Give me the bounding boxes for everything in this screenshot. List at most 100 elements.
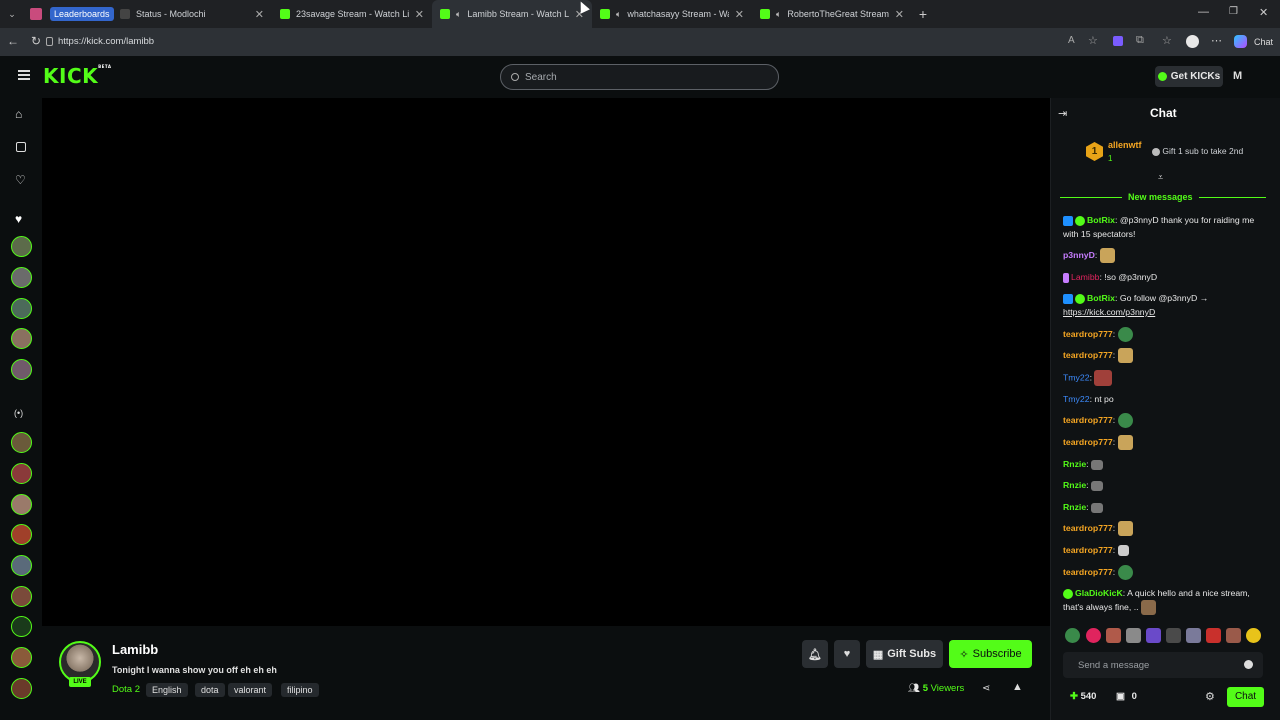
chat-username[interactable]: teardrop777 xyxy=(1063,415,1113,425)
streamer-name[interactable]: Lamibb xyxy=(112,642,158,657)
tab-status[interactable]: Status - Modlochi ✕ xyxy=(112,0,272,28)
emote-icon[interactable] xyxy=(1126,628,1141,643)
favorites-icon[interactable]: ☆ xyxy=(1162,34,1172,47)
chat-username[interactable]: Tmy22 xyxy=(1063,394,1090,404)
expand-chevron-icon[interactable]: ⩡ xyxy=(1158,172,1163,183)
chat-username[interactable]: teardrop777 xyxy=(1063,545,1113,555)
mute-icon[interactable]: 🔈︎ xyxy=(616,9,621,20)
chat-username[interactable]: p3nnyD xyxy=(1063,250,1095,260)
chat-message[interactable]: teardrop777: xyxy=(1063,413,1263,429)
followed-channel-avatar[interactable] xyxy=(11,359,32,380)
chat-link[interactable]: https://kick.com/p3nnyD xyxy=(1063,307,1155,317)
recommended-channel-avatar[interactable] xyxy=(11,678,32,699)
chat-message[interactable]: teardrop777: xyxy=(1063,348,1263,364)
mute-icon[interactable]: 🔈︎ xyxy=(456,9,461,20)
video-player[interactable] xyxy=(42,98,1050,626)
chat-message[interactable]: teardrop777: xyxy=(1063,435,1263,451)
tag-dota[interactable]: dota xyxy=(195,683,225,697)
chat-username[interactable]: Rnzie xyxy=(1063,459,1086,469)
puzzle-icon[interactable]: ⧉ xyxy=(1136,34,1144,47)
emote-icon[interactable] xyxy=(1206,628,1221,643)
chat-label[interactable]: Chat xyxy=(1254,37,1273,47)
chat-username[interactable]: teardrop777 xyxy=(1063,567,1113,577)
chat-username[interactable]: GlaDioKicK xyxy=(1075,588,1123,598)
chat-message[interactable]: teardrop777: xyxy=(1063,543,1263,557)
chat-username[interactable]: teardrop777 xyxy=(1063,437,1113,447)
url-field[interactable]: https://kick.com/lamibb xyxy=(58,28,154,56)
chat-username[interactable]: BotRix xyxy=(1087,215,1115,225)
close-icon[interactable]: ✕ xyxy=(895,8,904,21)
emote-icon[interactable] xyxy=(1106,628,1121,643)
chat-username[interactable]: teardrop777 xyxy=(1063,350,1113,360)
chat-username[interactable]: Rnzie xyxy=(1063,480,1086,490)
chat-username[interactable]: Rnzie xyxy=(1063,502,1086,512)
notification-button[interactable]: 🔔︎ xyxy=(802,640,828,668)
recommended-channel-avatar[interactable] xyxy=(11,524,32,545)
back-icon[interactable]: ← xyxy=(7,34,19,48)
share-icon[interactable]: ⋖ xyxy=(982,683,990,694)
channel-points[interactable]: ✚ 540 xyxy=(1070,691,1096,702)
emote-icon[interactable] xyxy=(1065,628,1080,643)
followed-channel-avatar[interactable] xyxy=(11,267,32,288)
emoji-icon[interactable] xyxy=(1244,660,1253,669)
read-aloud-icon[interactable]: A xyxy=(1068,35,1075,46)
emote-icon[interactable] xyxy=(1146,628,1161,643)
more-menu-icon[interactable]: ⋯ xyxy=(1211,34,1222,47)
home-icon[interactable]: ⌂ xyxy=(15,107,22,121)
follow-button[interactable]: ♥ xyxy=(834,640,860,668)
chat-message[interactable]: BotRix: @p3nnyD thank you for raiding me… xyxy=(1063,213,1263,241)
chat-message[interactable]: Lamibb: !so @p3nnyD xyxy=(1063,270,1263,284)
category-link[interactable]: Dota 2 xyxy=(112,684,140,695)
chat-message[interactable]: Rnzie: xyxy=(1063,457,1263,471)
copilot-icon[interactable] xyxy=(1234,35,1247,48)
recommended-channel-avatar[interactable] xyxy=(11,432,32,453)
followed-channel-avatar[interactable] xyxy=(11,298,32,319)
send-chat-button[interactable]: Chat xyxy=(1227,687,1264,707)
recommended-channel-avatar[interactable] xyxy=(11,616,32,637)
recommended-channel-avatar[interactable] xyxy=(11,647,32,668)
tab-whatchasayy[interactable]: 🔈︎ whatchasayy Stream - Watch ✕ xyxy=(592,0,752,28)
chat-message[interactable]: Tmy22: xyxy=(1063,370,1263,386)
emote-icon[interactable] xyxy=(1226,628,1241,643)
following-icon[interactable]: ♡ xyxy=(15,173,26,187)
chat-username[interactable]: teardrop777 xyxy=(1063,523,1113,533)
recommended-channel-avatar[interactable] xyxy=(11,463,32,484)
chat-username[interactable]: Lamibb xyxy=(1071,272,1100,282)
close-window-button[interactable]: ✕ xyxy=(1259,6,1268,19)
leaderboard-username[interactable]: allenwtf xyxy=(1108,140,1142,150)
chat-message[interactable]: Tmy22: nt po xyxy=(1063,392,1263,406)
followed-channel-avatar[interactable] xyxy=(11,236,32,257)
followed-channel-avatar[interactable] xyxy=(11,328,32,349)
emote-icon[interactable] xyxy=(1186,628,1201,643)
close-icon[interactable]: ✕ xyxy=(735,8,744,21)
chat-message[interactable]: teardrop777: xyxy=(1063,521,1263,537)
profile-icon[interactable] xyxy=(30,8,42,20)
chat-username[interactable]: teardrop777 xyxy=(1063,329,1113,339)
close-icon[interactable]: ✕ xyxy=(415,8,424,21)
tab-23savage[interactable]: 23savage Stream - Watch Live on ✕ xyxy=(272,0,432,28)
chat-message[interactable]: teardrop777: xyxy=(1063,565,1263,581)
tag-english[interactable]: English xyxy=(146,683,188,697)
chat-settings-icon[interactable]: ⚙ xyxy=(1205,690,1215,703)
chat-message[interactable]: Rnzie: xyxy=(1063,478,1263,492)
tab-list-button[interactable]: ⌄ xyxy=(0,0,24,28)
extension-icon[interactable] xyxy=(1113,36,1123,46)
browse-icon[interactable] xyxy=(16,142,26,152)
gifts-count[interactable]: ▣ 0 xyxy=(1116,691,1137,702)
minimize-button[interactable]: — xyxy=(1198,6,1209,18)
mute-icon[interactable]: 🔈︎ xyxy=(776,9,781,20)
search-input[interactable]: Search xyxy=(500,64,779,90)
collapse-chat-icon[interactable]: ⇥ xyxy=(1058,107,1067,120)
tag-valorant[interactable]: valorant xyxy=(228,683,273,697)
tab-robertothegreat[interactable]: 🔈︎ RobertoTheGreat Stream - W ✕ xyxy=(752,0,912,28)
emote-icon[interactable] xyxy=(1086,628,1101,643)
chat-username[interactable]: BotRix xyxy=(1087,293,1115,303)
recommended-channel-avatar[interactable] xyxy=(11,494,32,515)
tab-leaderboards[interactable]: Leaderboards xyxy=(48,0,114,28)
profile-avatar-icon[interactable] xyxy=(1186,35,1199,48)
subscribe-button[interactable]: ✧ Subscribe xyxy=(949,640,1032,668)
chat-message[interactable]: BotRix: Go follow @p3nnyD → https://kick.… xyxy=(1063,291,1263,319)
close-icon[interactable]: ✕ xyxy=(255,8,264,21)
report-icon[interactable]: ▲ xyxy=(1012,681,1023,693)
chat-message[interactable]: teardrop777: xyxy=(1063,327,1263,343)
